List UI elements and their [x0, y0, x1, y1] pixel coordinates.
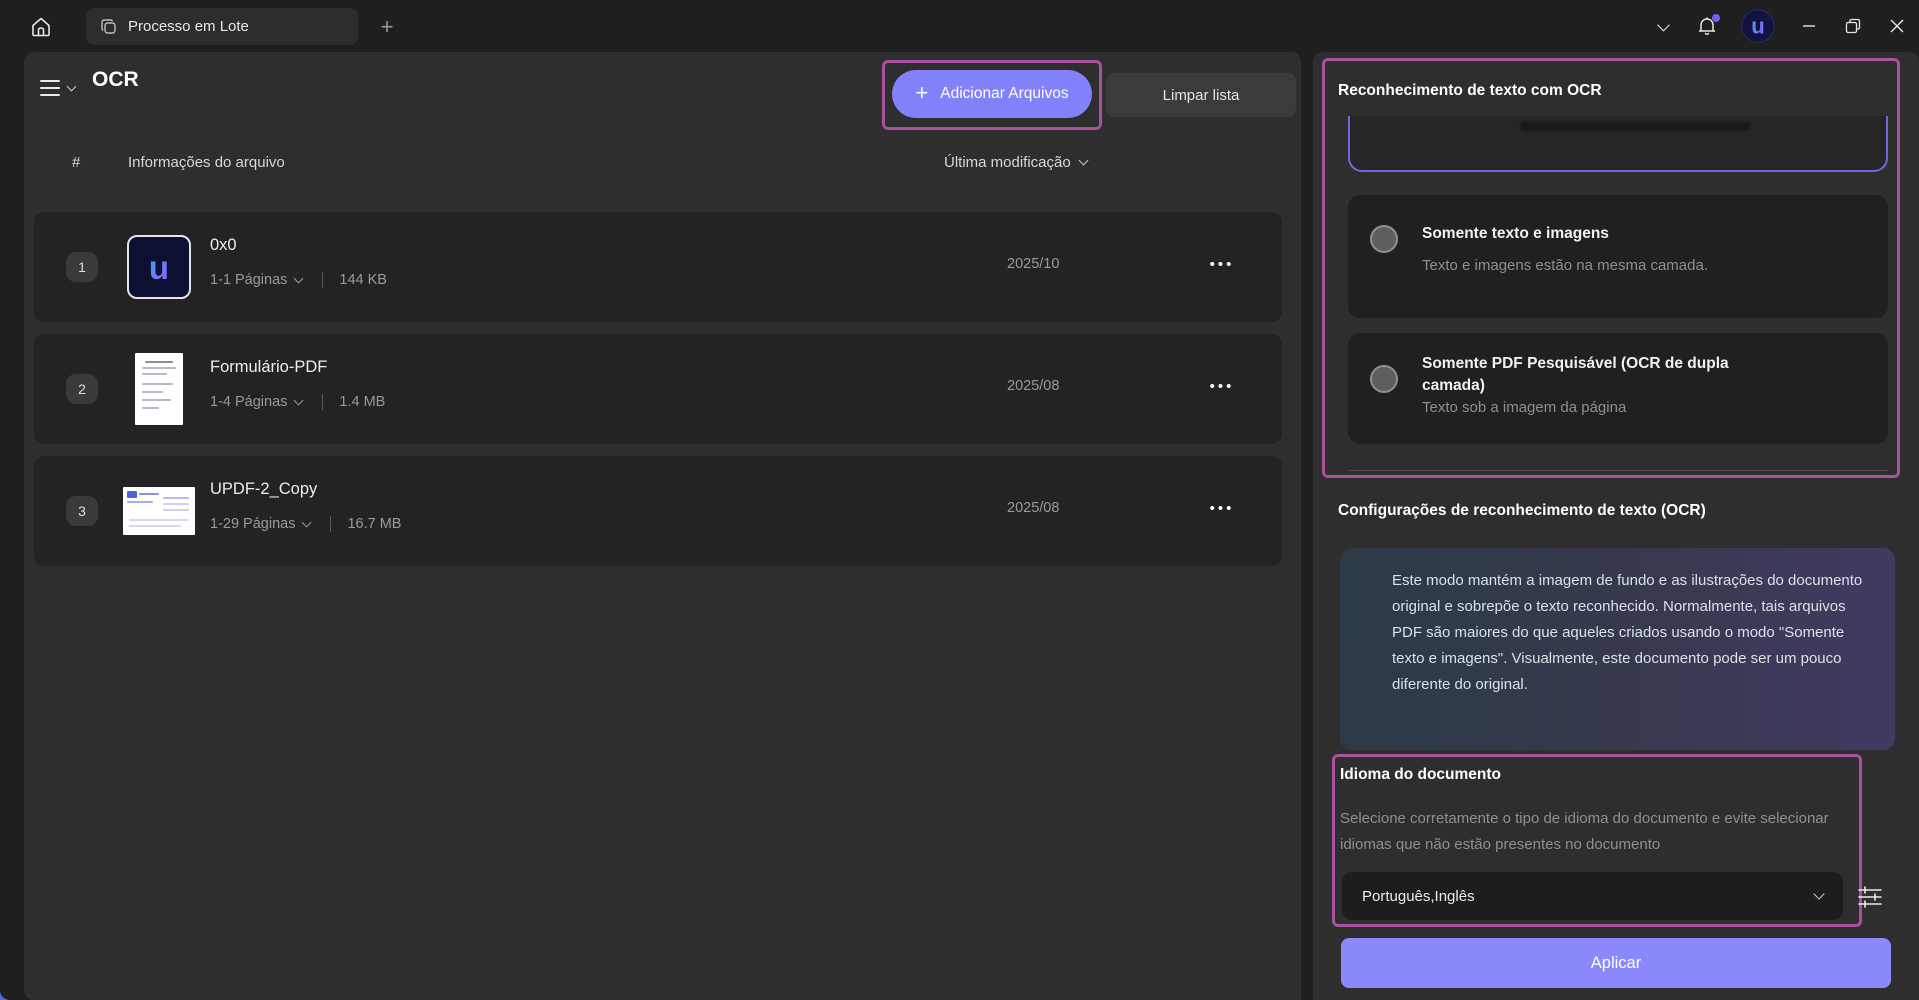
tab-processo-em-lote[interactable]: Processo em Lote: [86, 8, 358, 45]
file-name: 0x0: [210, 236, 237, 254]
file-pages-dropdown[interactable]: 1-4 Páginas: [210, 394, 287, 410]
column-header-info: Informações do arquivo: [128, 154, 285, 171]
table-row[interactable]: 3 UPDF-2_Copy 1-29 Páginas 16.7 MB 2025/…: [34, 456, 1282, 566]
restore-button[interactable]: [1831, 0, 1875, 52]
new-tab-button[interactable]: +: [372, 12, 402, 42]
language-section-description: Selecione corretamente o tipo de idioma …: [1340, 810, 1829, 853]
divider: [330, 516, 332, 532]
divider: [322, 394, 324, 410]
column-header-modified[interactable]: Última modificação: [944, 154, 1089, 171]
file-size: 144 KB: [339, 272, 387, 288]
file-size: 16.7 MB: [347, 516, 402, 532]
home-button[interactable]: [22, 8, 60, 46]
ocr-option-searchable-pdf[interactable]: Somente PDF Pesquisável (OCR de dupla ca…: [1348, 333, 1888, 444]
table-row[interactable]: 2 Formulário-PDF 1-4 Páginas 1.4 MB 2025…: [34, 334, 1282, 444]
more-icon: •••: [1209, 499, 1235, 517]
add-files-button[interactable]: + Adicionar Arquivos: [892, 70, 1092, 118]
notification-dot: [1712, 14, 1720, 22]
file-name: Formulário-PDF: [210, 358, 328, 376]
language-select-value: Português,Inglês: [1362, 887, 1475, 905]
radio-icon[interactable]: [1370, 225, 1398, 253]
chevron-down-icon: [293, 273, 304, 284]
file-modified-date: 2025/08: [1007, 500, 1060, 516]
ocr-settings-panel: Reconhecimento de texto com OCR Somente …: [1313, 52, 1919, 1000]
minimize-button[interactable]: [1787, 0, 1831, 52]
file-list-panel: OCR + Adicionar Arquivos Limpar lista # …: [24, 52, 1301, 1000]
file-name: UPDF-2_Copy: [210, 480, 318, 498]
app-window: Processo em Lote + u OCR + Adicionar Arq…: [0, 0, 1919, 1000]
window-dropdown-button[interactable]: [1641, 0, 1685, 52]
home-icon: [29, 15, 53, 39]
advanced-language-settings-button[interactable]: [1853, 882, 1887, 912]
sliders-icon: [1857, 884, 1883, 910]
title-bar: Processo em Lote + u: [0, 0, 1919, 52]
add-files-label: Adicionar Arquivos: [940, 85, 1069, 102]
file-size: 1.4 MB: [339, 394, 386, 410]
svg-text:u: u: [149, 249, 169, 286]
clear-list-button[interactable]: Limpar lista: [1106, 73, 1296, 117]
ocr-mode-tip: Este modo mantém a imagem de fundo e as …: [1340, 548, 1895, 750]
svg-text:u: u: [1751, 14, 1765, 39]
file-pages-dropdown[interactable]: 1-1 Páginas: [210, 272, 287, 288]
apply-button[interactable]: Aplicar: [1341, 938, 1891, 988]
more-icon: •••: [1209, 255, 1235, 273]
chevron-down-icon: [1813, 888, 1825, 900]
notifications-button[interactable]: [1685, 0, 1729, 52]
row-more-button[interactable]: •••: [1194, 486, 1250, 530]
sort-chevron-icon: [1078, 155, 1089, 166]
radio-icon[interactable]: [1370, 365, 1398, 393]
chevron-down-icon: [66, 81, 77, 92]
language-section-title: Idioma do documento: [1340, 766, 1502, 783]
close-button[interactable]: [1875, 0, 1919, 52]
chevron-down-icon: [302, 517, 312, 528]
tab-title: Processo em Lote: [128, 18, 249, 35]
ocr-settings-title: Configurações de reconhecimento de texto…: [1338, 502, 1706, 519]
ocr-panel-title: Reconhecimento de texto com OCR: [1338, 82, 1602, 99]
table-row[interactable]: 1 u 0x0 1-1 Páginas 144 KB 2025/10 •••: [34, 212, 1282, 322]
option-title: Somente PDF Pesquisável (OCR de dupla ca…: [1422, 355, 1729, 394]
row-more-button[interactable]: •••: [1194, 242, 1250, 286]
page-title: OCR: [92, 68, 139, 91]
chevron-down-icon: [1656, 18, 1670, 31]
divider: [322, 272, 324, 288]
row-index-badge: 2: [66, 374, 98, 404]
clipped-option-content: [1520, 122, 1750, 131]
lightbulb-icon: [1362, 572, 1378, 750]
language-select[interactable]: Português,Inglês: [1342, 872, 1843, 920]
row-index-badge: 3: [66, 496, 98, 526]
row-more-button[interactable]: •••: [1194, 364, 1250, 408]
ocr-option-text-and-images[interactable]: Somente texto e imagens Texto e imagens …: [1348, 195, 1888, 318]
plus-icon: +: [915, 80, 929, 105]
file-modified-date: 2025/08: [1007, 378, 1060, 394]
option-subtitle: Texto sob a imagem da página: [1422, 399, 1627, 416]
batch-process-icon: [100, 18, 118, 36]
ocr-option-selected-partial[interactable]: [1348, 116, 1888, 172]
hamburger-icon: [40, 80, 60, 96]
more-icon: •••: [1209, 377, 1235, 395]
chevron-down-icon: [293, 395, 304, 406]
document-portrait-thumbnail: [135, 353, 183, 425]
option-title: Somente texto e imagens: [1422, 225, 1609, 242]
divider: [1348, 470, 1888, 471]
tip-text: Este modo mantém a imagem de fundo e as …: [1392, 572, 1863, 693]
plus-icon: +: [380, 14, 394, 39]
option-subtitle: Texto e imagens estão na mesma camada.: [1422, 257, 1708, 274]
user-avatar[interactable]: u: [1741, 9, 1775, 43]
menu-button[interactable]: [34, 70, 88, 106]
column-header-index: #: [72, 154, 81, 171]
column-header-modified-label: Última modificação: [944, 154, 1071, 171]
file-pages-dropdown[interactable]: 1-29 Páginas: [210, 516, 295, 532]
file-modified-date: 2025/10: [1007, 256, 1060, 272]
updf-logo-thumbnail: u: [127, 235, 191, 299]
row-index-badge: 1: [66, 252, 98, 282]
document-landscape-thumbnail: [123, 487, 195, 535]
